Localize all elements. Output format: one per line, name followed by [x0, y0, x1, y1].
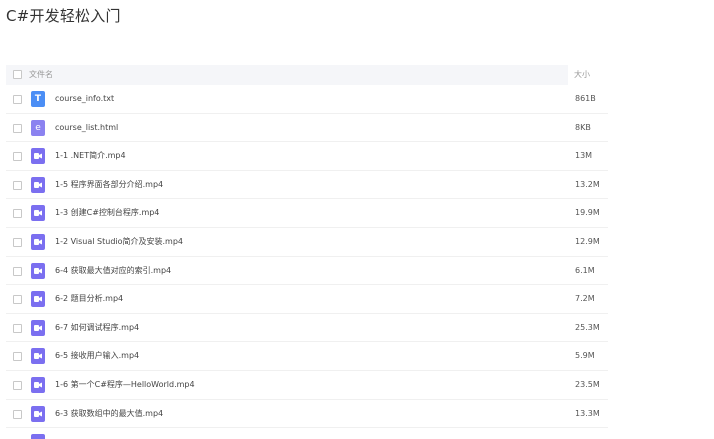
html-file-icon: e — [31, 119, 45, 136]
file-size: 12.9M — [575, 236, 600, 246]
row-checkbox[interactable] — [13, 352, 22, 362]
file-row[interactable]: 1-3 创建C#控制台程序.mp4 19.9M — [6, 199, 608, 228]
video-file-icon — [31, 148, 45, 165]
video-file-icon — [31, 348, 45, 365]
row-checkbox[interactable] — [13, 237, 22, 247]
file-size: 6.1M — [575, 265, 595, 275]
select-all-checkbox[interactable] — [13, 70, 22, 79]
row-checkbox[interactable] — [13, 209, 22, 219]
file-size: 13.2M — [575, 179, 600, 189]
page-title: C#开发轻松入门 — [6, 7, 121, 25]
file-row[interactable]: 6-5 接收用户输入.mp4 5.9M — [6, 342, 608, 371]
file-name-link[interactable]: 1-1 .NET简介.mp4 — [55, 142, 126, 170]
row-checkbox[interactable] — [13, 152, 22, 162]
file-size: 861B — [575, 94, 596, 103]
file-name-link[interactable]: 6-5 接收用户输入.mp4 — [55, 342, 139, 370]
video-file-icon — [31, 205, 45, 222]
file-name-link[interactable]: 6-7 如何调试程序.mp4 — [55, 314, 139, 342]
file-size: 19.9M — [575, 208, 600, 218]
file-row[interactable]: 1-2 Visual Studio简介及安装.mp4 12.9M — [6, 228, 608, 257]
file-row[interactable]: 6-3 获取数组中的最大值.mp4 13.3M — [6, 400, 608, 429]
file-row[interactable]: 1-5 程序界面各部分介绍.mp4 13.2M — [6, 171, 608, 200]
video-file-icon — [31, 176, 45, 193]
video-file-icon — [31, 319, 45, 336]
video-file-icon — [31, 233, 45, 250]
file-row[interactable]: 6-2 题目分析.mp4 7.2M — [6, 285, 608, 314]
row-checkbox[interactable] — [13, 180, 22, 190]
file-row[interactable]: Tcourse_info.txt 861B — [6, 85, 608, 114]
file-size: 13.3M — [575, 408, 600, 418]
file-size: 5.9M — [575, 351, 595, 361]
file-row[interactable]: 1-1 .NET简介.mp4 13M — [6, 142, 608, 171]
file-size: 25.3M — [575, 322, 600, 332]
file-name-link[interactable]: 1-2 Visual Studio简介及安装.mp4 — [55, 228, 183, 256]
row-checkbox[interactable] — [13, 380, 22, 390]
file-size: 7.2M — [575, 294, 595, 304]
file-name-link[interactable]: 6-2 题目分析.mp4 — [55, 285, 123, 313]
file-size: 23.5M — [575, 379, 600, 389]
file-name-link[interactable]: course_info.txt — [55, 85, 114, 113]
file-row[interactable]: 1-6 第一个C#程序—HelloWorld.mp4 23.5M — [6, 371, 608, 400]
file-row[interactable]: 6-4 获取最大值对应的索引.mp4 6.1M — [6, 257, 608, 286]
table-header: 文件名 大小 — [6, 65, 590, 85]
video-file-icon — [31, 405, 45, 422]
video-file-icon — [31, 262, 45, 279]
row-checkbox[interactable] — [13, 266, 22, 276]
row-checkbox[interactable] — [13, 409, 22, 419]
file-name-link[interactable]: course_list.html — [55, 114, 118, 142]
row-checkbox[interactable] — [13, 95, 22, 104]
file-name-link[interactable]: 6-4 获取最大值对应的索引.mp4 — [55, 257, 171, 285]
video-file-icon — [31, 291, 45, 308]
file-name-link[interactable]: 1-6 第一个C#程序—HelloWorld.mp4 — [55, 371, 195, 399]
file-size: 8KB — [575, 122, 591, 132]
name-column-header[interactable]: 文件名 — [29, 65, 53, 85]
file-table: 文件名 大小 Tcourse_info.txt 861B e course_list.… — [6, 65, 608, 439]
video-file-icon — [31, 434, 45, 439]
file-name-link[interactable]: 6-3 获取数组中的最大值.mp4 — [55, 400, 163, 428]
row-checkbox[interactable] — [13, 295, 22, 305]
file-list: Tcourse_info.txt 861B e course_list.html 8KB… — [6, 85, 608, 439]
row-checkbox[interactable] — [13, 123, 22, 133]
file-row[interactable]: 6-7 如何调试程序.mp4 25.3M — [6, 314, 608, 343]
txt-file-icon: T — [31, 91, 45, 107]
video-file-icon — [31, 376, 45, 393]
file-name-link[interactable]: 1-3 创建C#控制台程序.mp4 — [55, 199, 159, 227]
file-name-link[interactable]: 1-5 程序界面各部分介绍.mp4 — [55, 171, 163, 199]
file-size: 13M — [575, 151, 593, 161]
file-row-partial[interactable] — [6, 428, 608, 439]
file-row[interactable]: e course_list.html 8KB — [6, 114, 608, 143]
row-checkbox[interactable] — [13, 323, 22, 333]
size-column-header[interactable]: 大小 — [574, 65, 590, 85]
